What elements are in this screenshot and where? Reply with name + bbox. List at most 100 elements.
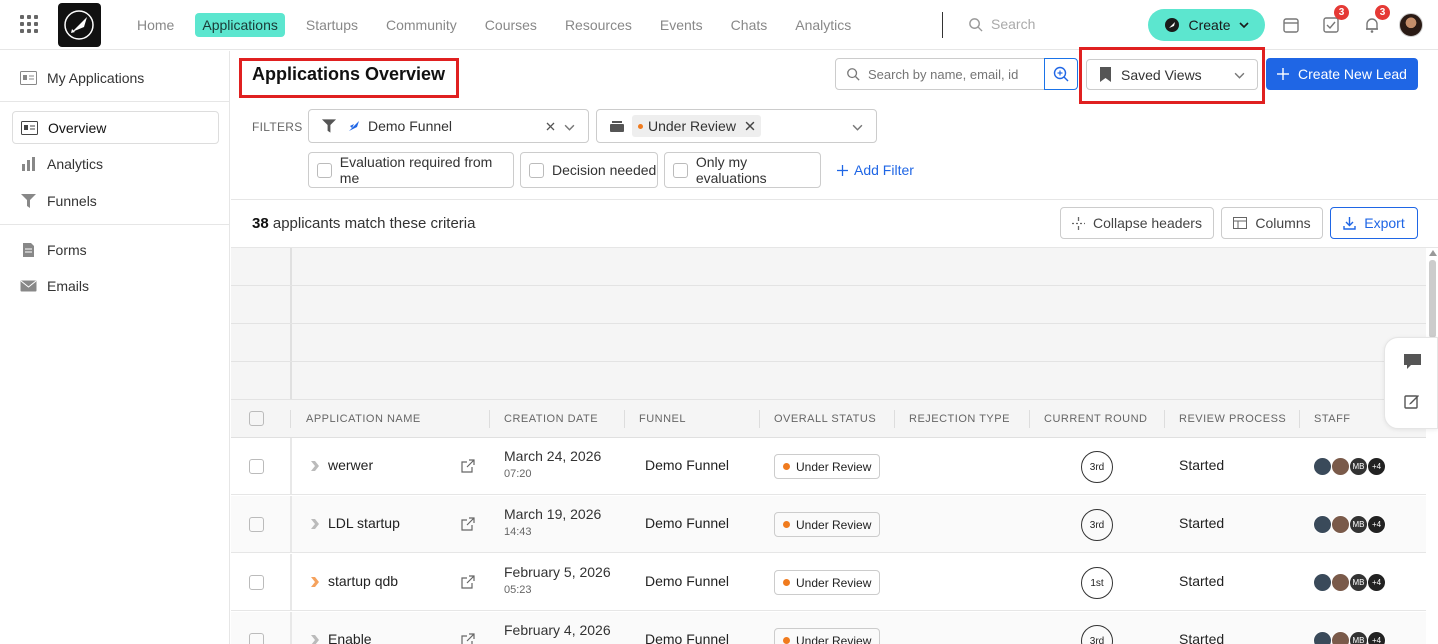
tasks-icon[interactable]: 3 (1322, 5, 1349, 34)
external-link-icon[interactable] (461, 459, 475, 473)
avatar: MB (1349, 457, 1368, 476)
search-submit-button[interactable] (1044, 58, 1078, 90)
edit-icon[interactable] (1404, 393, 1420, 409)
results-count: 38 applicants match these criteria (252, 215, 475, 232)
evaluation-required-filter[interactable]: Evaluation required from me (308, 152, 514, 188)
nav-events[interactable]: Events (653, 13, 710, 37)
checkbox[interactable] (529, 162, 544, 178)
table-header: APPLICATION NAME CREATION DATE FUNNEL OV… (231, 400, 1426, 438)
top-navigation-bar: Home Applications Startups Community Cou… (0, 0, 1438, 50)
zoom-in-icon (1053, 66, 1069, 82)
status-badge: Under Review (774, 628, 881, 644)
select-all-checkbox[interactable] (249, 411, 264, 426)
round-badge: 1st (1081, 567, 1113, 599)
table-row[interactable]: LDL startup March 19, 2026 14:43 Demo Fu… (231, 496, 1426, 553)
chevron-right-icon[interactable] (311, 519, 319, 529)
global-search-placeholder: Search (991, 16, 1036, 32)
row-checkbox[interactable] (249, 633, 264, 644)
columns-button[interactable]: Columns (1221, 207, 1323, 239)
chevron-right-icon[interactable] (311, 577, 319, 587)
application-name[interactable]: werwer (328, 457, 373, 473)
external-link-icon[interactable] (461, 633, 475, 644)
table-row[interactable]: startup qdb February 5, 2026 05:23 Demo … (231, 554, 1426, 611)
lead-search-input[interactable] (868, 66, 1028, 82)
user-avatar[interactable] (1399, 13, 1423, 37)
column-header-funnel[interactable]: FUNNEL (639, 413, 686, 425)
column-header-application-name[interactable]: APPLICATION NAME (306, 413, 421, 425)
application-name[interactable]: startup qdb (328, 573, 398, 589)
applications-table: APPLICATION NAME CREATION DATE FUNNEL OV… (231, 248, 1426, 644)
chat-bubble-icon[interactable] (1403, 353, 1422, 370)
document-icon (23, 242, 34, 257)
nav-startups[interactable]: Startups (299, 13, 365, 37)
vertical-scrollbar[interactable] (1428, 250, 1438, 644)
sidebar-item-funnels[interactable]: Funnels (12, 184, 219, 217)
row-checkbox[interactable] (249, 575, 264, 590)
application-name[interactable]: Enable (328, 631, 372, 644)
rocket-logo-icon[interactable] (58, 3, 101, 47)
avatar: MB (1349, 573, 1368, 592)
external-link-icon[interactable] (461, 517, 475, 531)
funnel-filter-select[interactable]: Demo Funnel (308, 109, 589, 143)
nav-resources[interactable]: Resources (558, 13, 639, 37)
chevron-right-icon[interactable] (311, 461, 319, 471)
nav-analytics[interactable]: Analytics (788, 13, 858, 37)
mail-icon (20, 280, 37, 291)
staff-avatars[interactable]: MB +4 (1313, 515, 1386, 534)
chevron-right-icon[interactable] (311, 635, 319, 644)
status-filter-select[interactable]: Under Review (596, 109, 877, 143)
scroll-up-icon[interactable] (1429, 250, 1437, 256)
table-row[interactable]: Enable February 4, 2026 Demo Funnel Unde… (231, 612, 1426, 644)
sidebar-item-forms[interactable]: Forms (12, 233, 219, 266)
decision-needed-filter[interactable]: Decision needed (520, 152, 658, 188)
column-header-current-round[interactable]: CURRENT ROUND (1044, 413, 1147, 425)
row-checkbox[interactable] (249, 459, 264, 474)
staff-avatars[interactable]: MB +4 (1313, 631, 1386, 644)
row-checkbox[interactable] (249, 517, 264, 532)
funnel-name: Demo Funnel (645, 457, 730, 473)
only-my-evaluations-filter[interactable]: Only my evaluations (664, 152, 821, 188)
export-button[interactable]: Export (1330, 207, 1418, 239)
lead-search-field[interactable] (835, 58, 1045, 90)
nav-chats[interactable]: Chats (724, 13, 775, 37)
nav-courses[interactable]: Courses (478, 13, 544, 37)
column-header-creation-date[interactable]: CREATION DATE (504, 413, 598, 425)
nav-applications[interactable]: Applications (195, 13, 285, 37)
scrollbar-thumb[interactable] (1429, 260, 1436, 338)
sidebar-divider (0, 224, 230, 225)
export-label: Export (1364, 215, 1405, 231)
staff-avatars[interactable]: MB +4 (1313, 573, 1386, 592)
application-name[interactable]: LDL startup (328, 515, 400, 531)
close-icon[interactable] (745, 121, 755, 131)
status-badge: Under Review (774, 454, 881, 479)
add-filter-button[interactable]: Add Filter (837, 162, 914, 178)
table-row[interactable]: werwer March 24, 2026 07:20 Demo Funnel … (231, 438, 1426, 495)
bell-icon[interactable]: 3 (1363, 5, 1390, 34)
table-icon (1233, 217, 1248, 229)
column-header-rejection-type[interactable]: REJECTION TYPE (909, 413, 1010, 425)
create-button[interactable]: Create (1148, 9, 1265, 41)
nav-community[interactable]: Community (379, 13, 464, 37)
collapse-headers-button[interactable]: Collapse headers (1060, 207, 1214, 239)
clear-icon[interactable] (546, 122, 555, 131)
app-grid-icon[interactable] (20, 15, 38, 33)
sidebar-item-analytics[interactable]: Analytics (12, 147, 219, 180)
sidebar-item-overview[interactable]: Overview (12, 111, 219, 144)
sidebar-item-emails[interactable]: Emails (12, 269, 219, 302)
checkbox-label: Decision needed (552, 162, 657, 178)
creation-date: March 19, 2026 14:43 (504, 506, 602, 538)
create-new-lead-button[interactable]: Create New Lead (1266, 58, 1418, 90)
nav-home[interactable]: Home (130, 13, 181, 37)
external-link-icon[interactable] (461, 575, 475, 589)
calendar-icon[interactable] (1282, 16, 1300, 34)
global-search[interactable]: Search (968, 16, 1035, 32)
sidebar-item-my-applications[interactable]: My Applications (12, 61, 219, 94)
staff-avatars[interactable]: MB +4 (1313, 457, 1386, 476)
column-header-overall-status[interactable]: OVERALL STATUS (774, 413, 876, 425)
checkbox[interactable] (673, 162, 688, 178)
checkbox[interactable] (317, 162, 332, 178)
column-header-review-process[interactable]: REVIEW PROCESS (1179, 413, 1286, 425)
column-header-staff[interactable]: STAFF (1314, 413, 1351, 425)
avatar (1331, 573, 1350, 592)
checkbox-label: Only my evaluations (695, 154, 767, 186)
